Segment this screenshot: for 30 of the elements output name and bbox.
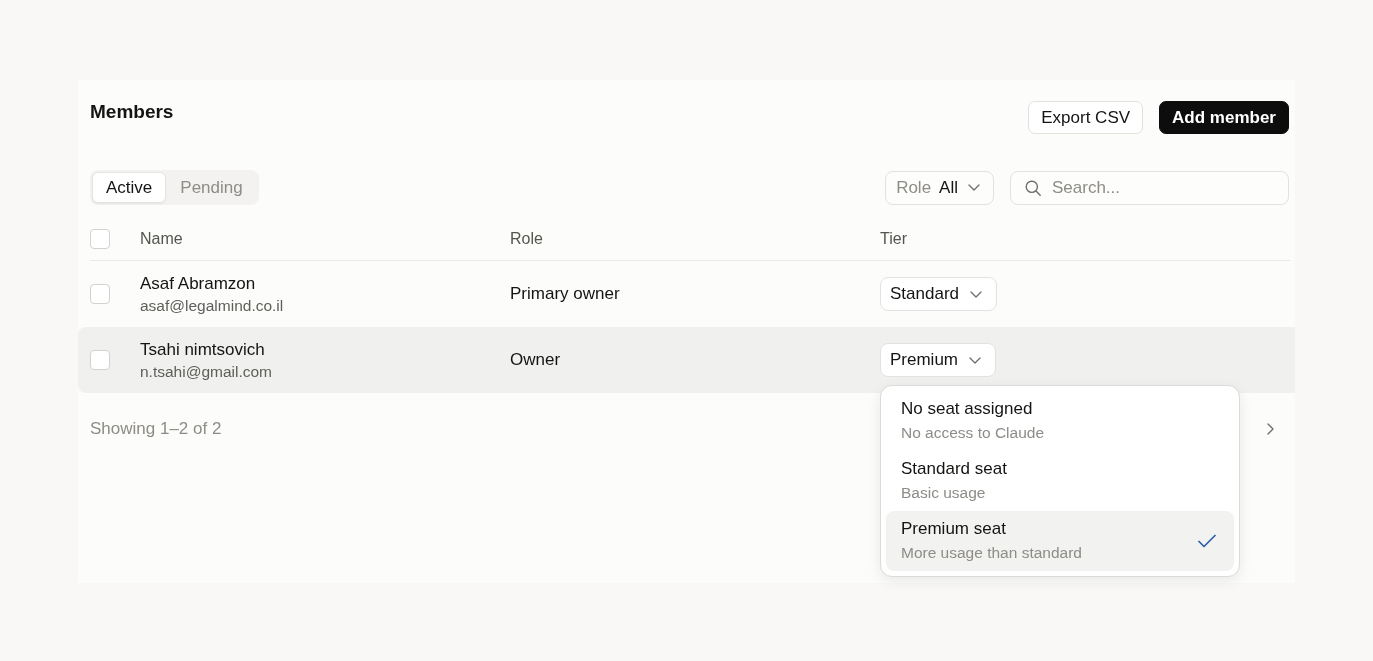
search-field[interactable]: Search... [1010,170,1289,205]
chevron-down-icon [969,356,981,364]
tier-dropdown[interactable]: Premium [880,343,996,377]
export-csv-button[interactable]: Export CSV [1028,101,1144,134]
chevron-down-icon [968,184,980,191]
select-all-checkbox[interactable] [90,229,110,249]
member-email: n.tsahi@gmail.com [140,362,273,382]
member-email: asaf@legalmind.co.il [140,296,284,316]
member-name: Tsahi nimtsovich [140,339,265,361]
pagination-summary: Showing 1–2 of 2 [90,418,222,440]
role-filter[interactable]: Role All [885,170,994,205]
row-checkbox[interactable] [90,284,110,304]
tier-option[interactable]: Standard seat Basic usage [886,451,1234,511]
add-member-button[interactable]: Add member [1159,101,1289,134]
column-header: Tier [880,230,908,248]
column-header: Name [140,230,184,248]
chevron-down-icon [970,290,982,298]
member-role: Owner [510,350,562,370]
column-header: Role [510,230,544,248]
member-role: Primary owner [510,284,621,304]
tier-dropdown[interactable]: Standard [880,277,997,311]
tier-option[interactable]: No seat assigned No access to Claude [886,391,1234,451]
tab[interactable]: Active [92,172,167,203]
page-title: Members [90,100,174,124]
member-name: Asaf Abramzon [140,273,256,295]
search-icon [1025,179,1041,196]
check-icon [1198,534,1216,548]
tier-option[interactable]: Premium seat More usage than standard [886,511,1234,571]
chevron-right-icon [1266,423,1274,435]
row-checkbox[interactable] [90,350,110,370]
